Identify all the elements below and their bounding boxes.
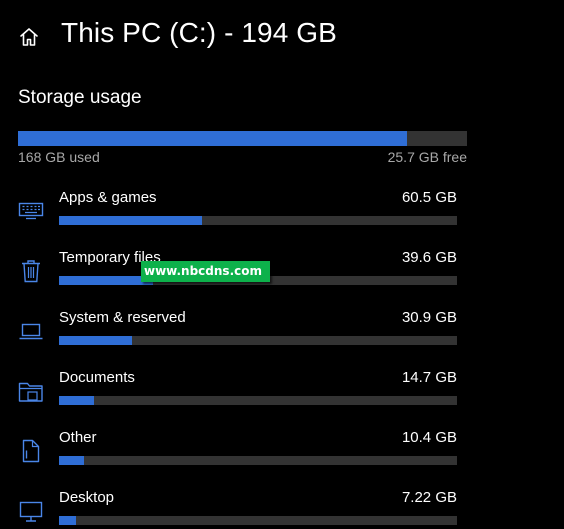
category-name: Documents — [59, 369, 135, 386]
home-icon[interactable] — [18, 26, 40, 48]
category-usage-bar-fill — [59, 276, 153, 285]
category-system-reserved[interactable]: System & reserved 30.9 GB — [0, 309, 564, 369]
watermark-badge: www.nbcdns.com — [141, 261, 270, 282]
category-size: 60.5 GB — [401, 189, 457, 206]
category-name: Other — [59, 429, 97, 446]
category-documents[interactable]: Documents 14.7 GB — [0, 369, 564, 429]
trash-icon — [22, 260, 40, 283]
page-title: This PC (C:) - 194 GB — [61, 17, 337, 48]
category-usage-bar — [59, 396, 457, 405]
category-size: 30.9 GB — [401, 309, 457, 326]
keyboard-icon — [18, 202, 44, 220]
used-space-label: 168 GB used — [18, 149, 100, 165]
category-name: Desktop — [59, 489, 115, 506]
category-usage-bar-fill — [59, 396, 95, 405]
category-usage-bar — [59, 216, 457, 225]
category-size: 14.7 GB — [401, 369, 457, 386]
total-usage-bar — [18, 131, 467, 146]
category-temporary-files[interactable]: Temporary files 39.6 GB — [0, 249, 564, 309]
category-usage-bar — [59, 516, 457, 525]
category-other[interactable]: Other 10.4 GB — [0, 429, 564, 489]
category-size: 7.22 GB — [401, 489, 457, 506]
laptop-icon — [19, 323, 43, 340]
category-usage-bar-fill — [59, 336, 133, 345]
total-usage-bar-fill — [18, 131, 408, 146]
category-name: System & reserved — [59, 309, 186, 326]
header: This PC (C:) - 194 GB — [0, 0, 564, 72]
category-name: Apps & games — [59, 189, 157, 206]
category-usage-bar-fill — [59, 516, 77, 525]
file-icon — [22, 439, 40, 463]
folder-icon — [18, 382, 43, 402]
category-size: 10.4 GB — [401, 429, 457, 446]
category-usage-bar — [59, 456, 457, 465]
category-apps-games[interactable]: Apps & games 60.5 GB — [0, 189, 564, 249]
category-desktop[interactable]: Desktop 7.22 GB — [0, 489, 564, 529]
category-usage-bar-fill — [59, 456, 84, 465]
category-usage-bar — [59, 336, 457, 345]
category-usage-bar-fill — [59, 216, 203, 225]
monitor-icon — [19, 501, 43, 522]
free-space-label: 25.7 GB free — [387, 149, 467, 165]
storage-usage-heading: Storage usage — [18, 87, 142, 108]
category-size: 39.6 GB — [401, 249, 457, 266]
